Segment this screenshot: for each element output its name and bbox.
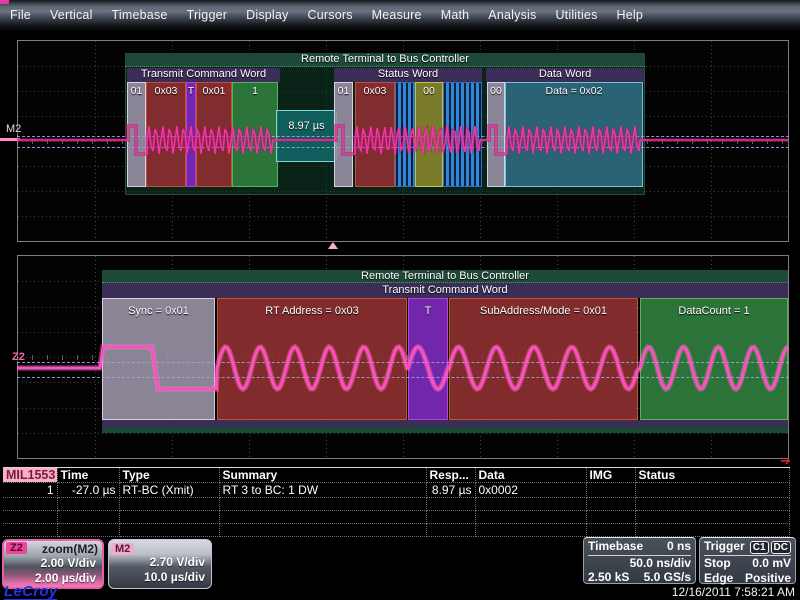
grid-line [18,216,788,217]
col-img: IMG [586,468,635,483]
m2-tdiv: 10.0 µs/div [109,570,211,585]
timebase-box[interactable]: Timebase 0 ns 50.0 ns/div 2.50 kS 5.0 GS… [583,537,696,584]
zoom-seg-rt-address: RT Address = 0x03 [217,298,407,420]
bottom-overlay-strip-purple [102,420,788,427]
cell-data: 0x0002 [475,483,586,498]
menu-file[interactable]: File [10,8,31,22]
timebase-samples: 2.50 kS [588,570,629,585]
bottom-word-title: Transmit Command Word [102,283,788,298]
m2-trace-indicator [0,138,20,141]
bottom-overlay-strip-green [102,427,788,433]
col-time: Time [57,468,119,483]
zoom-seg-sync: Sync = 0x01 [102,298,215,420]
sw-seg-bits-a [395,82,415,187]
cell-index: 1 [3,483,57,498]
trigger-title: Trigger [704,539,745,554]
tcw-seg-datacount: 1 [232,82,278,187]
z2-box-tab: Z2 [6,542,27,554]
cursor-upper-top-panel[interactable] [17,136,789,137]
trigger-slope: Positive [745,571,791,586]
timebase-tdiv: 50.0 ns/div [630,556,691,571]
menu-display[interactable]: Display [246,8,288,22]
cell-img [586,483,635,498]
top-word-title-transmit-command: Transmit Command Word [127,68,280,82]
col-type: Type [119,468,219,483]
cell-type: RT-BC (Xmit) [119,483,219,498]
trigger-source-badge: C1 [750,541,769,554]
timebase-offset: 0 ns [667,539,691,554]
col-status: Status [635,468,789,483]
trigger-level: 0.0 mV [752,556,791,571]
m2-trace-label: M2 [6,123,21,135]
menu-help[interactable]: Help [617,8,644,22]
m2-box-tab: M2 [111,543,134,555]
decode-table-empty-row [3,511,789,524]
trigger-box[interactable]: Trigger C1DC Stop 0.0 mV Edge Positive [699,537,796,584]
lecroy-logo: LeCroy [4,585,57,600]
cell-time: -27.0 µs [57,483,119,498]
z2-descriptor-box[interactable]: Z2 zoom(M2) 2.00 V/div 2.00 µs/div [2,539,104,589]
z2-box-title: zoom(M2) [42,542,98,556]
trigger-position-marker[interactable] [328,242,338,249]
col-summary: Summary [219,468,426,483]
trace-color-mark [0,0,9,4]
tcw-seg-subaddress: 0x01 [196,82,232,187]
cursor-lower-top-panel[interactable] [17,147,789,148]
cell-status [635,483,789,498]
dw-seg-sync: 00 [487,82,505,187]
zoom-seg-datacount: DataCount = 1 [640,298,788,420]
decode-table: MIL1553 Time Type Summary Resp... Data I… [3,467,790,537]
menu-measure[interactable]: Measure [372,8,422,22]
menu-trigger[interactable]: Trigger [187,8,228,22]
zoom-seg-subaddress: SubAddress/Mode = 0x01 [449,298,638,420]
tcw-seg-rt-address: 0x03 [146,82,186,187]
oscilloscope-screen: File Vertical Timebase Trigger Display C… [0,0,800,600]
tcw-seg-sync: 01 [127,82,146,187]
datetime: 12/16/2011 7:58:21 AM [672,585,795,599]
decode-table-row-1[interactable]: 1 -27.0 µs RT-BC (Xmit) RT 3 to BC: 1 DW… [3,483,789,498]
z2-vdiv: 2.00 V/div [4,556,102,571]
top-overlay-title: Remote Terminal to Bus Controller [125,53,645,67]
sw-seg-sync: 01 [334,82,353,187]
trigger-type: Edge [704,571,733,586]
cursor-upper-bottom-panel[interactable] [17,362,789,363]
decode-table-empty-row [3,524,789,537]
timebase-title: Timebase [588,539,643,554]
sw-seg-status-flags: 00 [415,82,443,187]
scroll-arrow-icon[interactable]: ➔ [780,456,791,466]
timebase-rate: 5.0 GS/s [644,570,691,585]
col-resp: Resp... [426,468,475,483]
menu-analysis[interactable]: Analysis [488,8,536,22]
trigger-mode: Stop [704,556,731,571]
m2-descriptor-box[interactable]: M2 2.70 V/div 10.0 µs/div [108,539,212,589]
mil1553-tab[interactable]: MIL1553 [3,468,57,483]
decode-table-header: MIL1553 Time Type Summary Resp... Data I… [3,468,789,483]
top-word-title-data: Data Word [486,68,644,82]
sw-seg-bits-b [443,82,482,187]
cursor-lower-bottom-panel[interactable] [17,377,789,378]
menu-utilities[interactable]: Utilities [555,8,597,22]
z2-trace-label: Z2 [12,351,25,363]
tcw-seg-t: T [186,82,196,187]
menu-timebase[interactable]: Timebase [112,8,168,22]
menu-math[interactable]: Math [441,8,470,22]
decode-table-empty-row [3,498,789,511]
sw-seg-rt-address: 0x03 [355,82,395,187]
cell-summary: RT 3 to BC: 1 DW [219,483,426,498]
menu-vertical[interactable]: Vertical [50,8,93,22]
col-data: Data [475,468,586,483]
m2-vdiv: 2.70 V/div [109,555,211,570]
trigger-coupling-badge: DC [771,541,791,554]
dw-seg-data: Data = 0x02 [505,82,643,187]
menu-cursors[interactable]: Cursors [308,8,353,22]
zoom-seg-t: T [408,298,448,420]
cell-resp: 8.97 µs [426,483,475,498]
bottom-overlay-title: Remote Terminal to Bus Controller [102,270,788,283]
menu-bar: File Vertical Timebase Trigger Display C… [0,0,800,30]
top-word-title-status: Status Word [334,68,482,82]
